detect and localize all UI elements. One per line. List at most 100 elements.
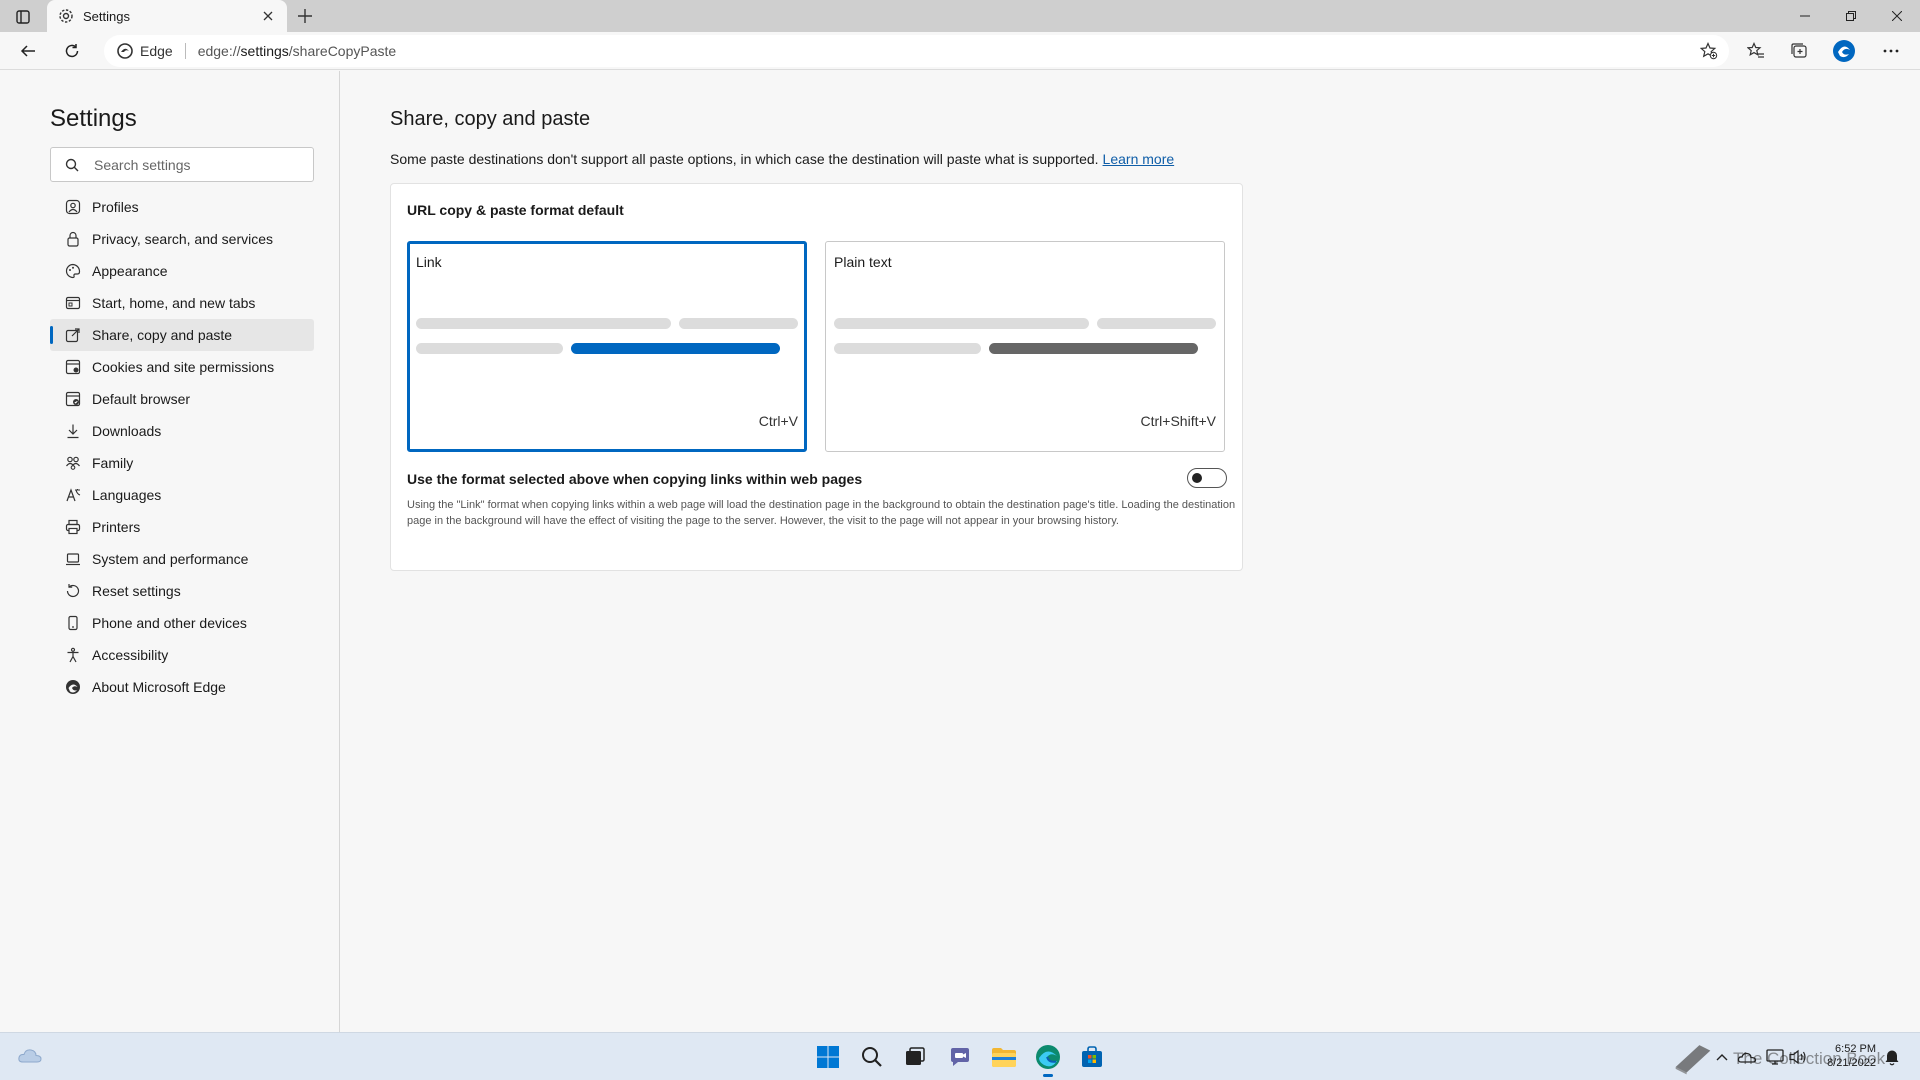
- accessibility-icon: [64, 646, 82, 664]
- start-button[interactable]: [813, 1042, 843, 1072]
- sidebar-item-reset[interactable]: Reset settings: [50, 575, 314, 607]
- edge-taskbar-button[interactable]: [1033, 1042, 1063, 1077]
- sidebar-item-privacy[interactable]: Privacy, search, and services: [50, 223, 314, 255]
- sidebar-item-phone[interactable]: Phone and other devices: [50, 607, 314, 639]
- sidebar-item-label: Default browser: [92, 391, 191, 407]
- restore-button[interactable]: [1828, 0, 1874, 32]
- onedrive-button[interactable]: [1737, 1047, 1757, 1067]
- sidebar-item-accessibility[interactable]: Accessibility: [50, 639, 314, 671]
- store-icon: [1082, 1046, 1102, 1067]
- family-icon: [64, 454, 82, 472]
- page-description: Some paste destinations don't support al…: [390, 151, 1174, 167]
- sidebar-item-about[interactable]: About Microsoft Edge: [50, 671, 314, 703]
- address-bar[interactable]: Edge edge://settings/shareCopyPaste: [104, 35, 1729, 67]
- network-button[interactable]: [1765, 1047, 1785, 1067]
- lock-icon: [64, 230, 82, 248]
- printer-icon: [64, 518, 82, 536]
- card-title: URL copy & paste format default: [407, 202, 624, 218]
- more-menu-button[interactable]: [1877, 37, 1905, 65]
- edge-logo-icon: [1036, 1045, 1060, 1069]
- store-button[interactable]: [1077, 1042, 1107, 1072]
- sidebar-item-family[interactable]: Family: [50, 447, 314, 479]
- tab-settings[interactable]: Settings: [47, 0, 287, 32]
- sidebar-item-label: Printers: [92, 519, 141, 535]
- onedrive-cloud-icon: [1737, 1052, 1757, 1063]
- weather-widget[interactable]: [15, 1041, 45, 1071]
- restore-icon: [1846, 11, 1856, 21]
- use-format-within-pages-toggle[interactable]: [1187, 468, 1227, 488]
- description-text: Some paste destinations don't support al…: [390, 151, 1099, 167]
- sidebar-item-label: About Microsoft Edge: [92, 679, 226, 695]
- minimize-icon: [1800, 15, 1810, 17]
- share-icon: [64, 326, 82, 344]
- close-icon: [1892, 11, 1902, 21]
- file-explorer-button[interactable]: [989, 1042, 1019, 1072]
- edge-logo-icon: [64, 678, 82, 696]
- chat-icon: [951, 1048, 969, 1066]
- profile-button[interactable]: [1830, 37, 1858, 65]
- notifications-button[interactable]: [1882, 1047, 1902, 1067]
- edge-logo-icon: [116, 42, 134, 60]
- cookies-icon: [64, 358, 82, 376]
- bell-icon: [1885, 1050, 1899, 1066]
- sidebar-item-label: System and performance: [92, 551, 249, 567]
- task-view-button[interactable]: [900, 1042, 930, 1072]
- plain-text-format-option[interactable]: Plain text Ctrl+Shift+V: [825, 241, 1225, 452]
- sidebar-item-appearance[interactable]: Appearance: [50, 255, 314, 287]
- new-tab-button[interactable]: [293, 5, 317, 27]
- close-window-button[interactable]: [1874, 0, 1920, 32]
- sidebar-item-languages[interactable]: Languages: [50, 479, 314, 511]
- search-input[interactable]: [94, 156, 294, 173]
- sidebar-item-start-home[interactable]: Start, home, and new tabs: [50, 287, 314, 319]
- learn-more-link[interactable]: Learn more: [1103, 151, 1175, 167]
- refresh-icon: [65, 44, 79, 58]
- show-hidden-icons-button[interactable]: [1712, 1047, 1732, 1067]
- url-path: /shareCopyPaste: [288, 43, 397, 59]
- laptop-icon: [64, 550, 82, 568]
- sidebar-item-default-browser[interactable]: Default browser: [50, 383, 314, 415]
- collections-button[interactable]: [1785, 37, 1813, 65]
- taskbar: The Collection Book 6:52 PM 8/21/2022: [0, 1032, 1920, 1080]
- link-format-option[interactable]: Link Ctrl+V: [407, 241, 807, 452]
- title-bar: Settings: [0, 0, 1920, 32]
- folder-icon: [992, 1048, 1016, 1067]
- preview-bar: [679, 318, 798, 329]
- option-shortcut: Ctrl+V: [758, 413, 798, 429]
- sidebar-item-system[interactable]: System and performance: [50, 543, 314, 575]
- profile-icon: [64, 198, 82, 216]
- cloud-icon: [18, 1049, 42, 1063]
- toggle-label: Use the format selected above when copyi…: [407, 471, 863, 487]
- sidebar-item-printers[interactable]: Printers: [50, 511, 314, 543]
- sidebar-item-label: Reset settings: [92, 583, 181, 599]
- navigation-bar: Edge edge://settings/shareCopyPaste: [0, 32, 1920, 70]
- close-tab-button[interactable]: [259, 7, 277, 25]
- back-button[interactable]: [14, 37, 42, 65]
- sidebar-item-label: Phone and other devices: [92, 615, 247, 631]
- sidebar-item-share-copy-paste[interactable]: Share, copy and paste: [50, 319, 314, 351]
- site-identity: Edge: [140, 43, 173, 59]
- speaker-icon: [1789, 1049, 1806, 1065]
- sidebar-item-label: Start, home, and new tabs: [92, 295, 256, 311]
- search-box[interactable]: [50, 147, 314, 182]
- chat-button[interactable]: [945, 1042, 975, 1072]
- minimize-button[interactable]: [1782, 0, 1828, 32]
- task-view-icon: [906, 1047, 925, 1065]
- option-label: Link: [416, 254, 442, 270]
- tab-actions-button[interactable]: [10, 6, 36, 28]
- taskbar-search-button[interactable]: [857, 1042, 887, 1072]
- url-text: edge://settings/shareCopyPaste: [198, 43, 396, 59]
- volume-button[interactable]: [1788, 1047, 1808, 1067]
- star-add-icon: [1700, 42, 1718, 60]
- plus-icon: [298, 9, 312, 23]
- refresh-button[interactable]: [58, 37, 86, 65]
- back-arrow-icon: [20, 45, 35, 57]
- sidebar-item-cookies[interactable]: Cookies and site permissions: [50, 351, 314, 383]
- help-text: Using the "Link" format when copying lin…: [407, 499, 1236, 527]
- clock[interactable]: 6:52 PM 8/21/2022: [1827, 1042, 1876, 1070]
- default-browser-icon: [64, 390, 82, 408]
- sidebar-item-downloads[interactable]: Downloads: [50, 415, 314, 447]
- favorites-button[interactable]: [1742, 37, 1770, 65]
- add-favorite-button[interactable]: [1699, 41, 1719, 61]
- address-separator: [184, 43, 186, 59]
- sidebar-item-profiles[interactable]: Profiles: [50, 191, 314, 223]
